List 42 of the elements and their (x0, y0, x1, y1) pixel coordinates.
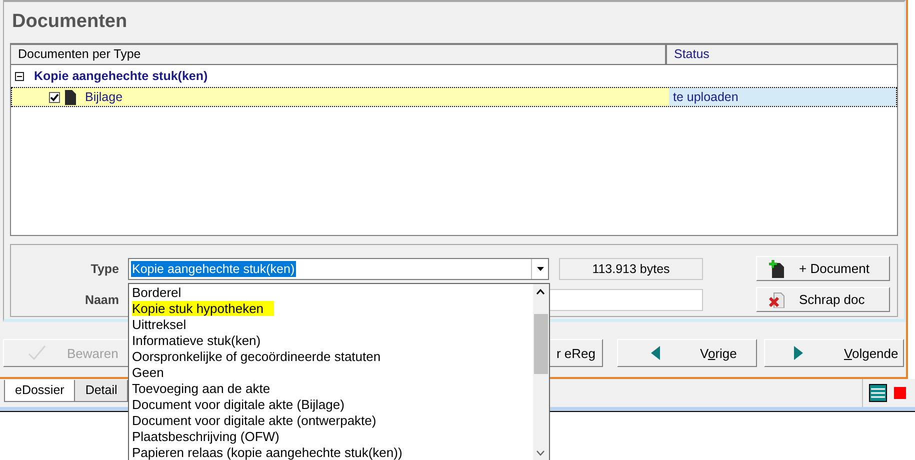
checkbox[interactable] (49, 92, 60, 102)
dropdown-option[interactable]: Toevoeging aan de akte (129, 381, 533, 397)
group-label[interactable]: Kopie aangehechte stuk(ken) (34, 69, 208, 83)
delete-document-button[interactable]: Schrap doc (756, 287, 890, 312)
add-document-button[interactable]: + Document (756, 256, 890, 281)
dropdown-option[interactable]: Geen (129, 365, 533, 381)
dropdown-option[interactable]: Document voor digitale akte (ontwerpakte) (129, 413, 533, 429)
document-name: Bijlage (85, 90, 123, 104)
file-size: 113.913 bytes (559, 258, 703, 280)
dropdown-option[interactable]: Borderel (129, 285, 533, 301)
field-label: Naam (84, 292, 119, 306)
section-title: Documenten (11, 10, 128, 34)
checkmark-icon (28, 345, 46, 361)
document-delete-icon (769, 292, 785, 308)
dropdown-option[interactable]: Informatieve stuk(ken) (129, 333, 533, 349)
status-text: te uploaden (673, 90, 738, 104)
left-arrow-icon (651, 346, 660, 360)
dropdown-option[interactable]: Kopie stuk hypotheken (129, 301, 533, 317)
document-add-icon (769, 260, 785, 278)
dropdown-option[interactable]: Papieren relaas (kopie aangehechte stuk(ken)) (129, 445, 533, 460)
column-header[interactable]: Status (667, 45, 897, 64)
action-button[interactable]: Volgende (764, 339, 904, 367)
tab[interactable]: Detail (74, 380, 128, 402)
status-indicator-icon (894, 387, 906, 399)
action-button[interactable]: r eReg (549, 339, 603, 367)
document-icon (65, 90, 76, 104)
scrollbar[interactable] (533, 284, 549, 460)
tab[interactable]: eDossier (4, 380, 76, 402)
dropdown-option[interactable]: Oorspronkelijke of gecoördineerde statuten (129, 349, 533, 365)
dropdown-option[interactable]: Uittreksel (129, 317, 533, 333)
document-row[interactable]: Bijlage te uploaden (11, 87, 897, 107)
field-label: Type (90, 262, 119, 276)
scroll-up-icon[interactable] (536, 289, 545, 295)
action-button[interactable]: Vorige (617, 339, 757, 367)
dropdown-option[interactable]: Document voor digitale akte (Bijlage) (129, 397, 533, 413)
collapse-icon[interactable] (15, 72, 24, 80)
dropdown-option[interactable]: Plaatsbeschrijving (OFW) (129, 429, 533, 445)
right-arrow-icon (794, 346, 803, 360)
type-dropdown[interactable]: Kopie aangehechte stuk(ken) (128, 258, 549, 280)
column-header[interactable]: Documenten per Type (11, 45, 667, 64)
scroll-down-icon[interactable] (536, 450, 545, 456)
layers-icon[interactable] (869, 384, 887, 402)
